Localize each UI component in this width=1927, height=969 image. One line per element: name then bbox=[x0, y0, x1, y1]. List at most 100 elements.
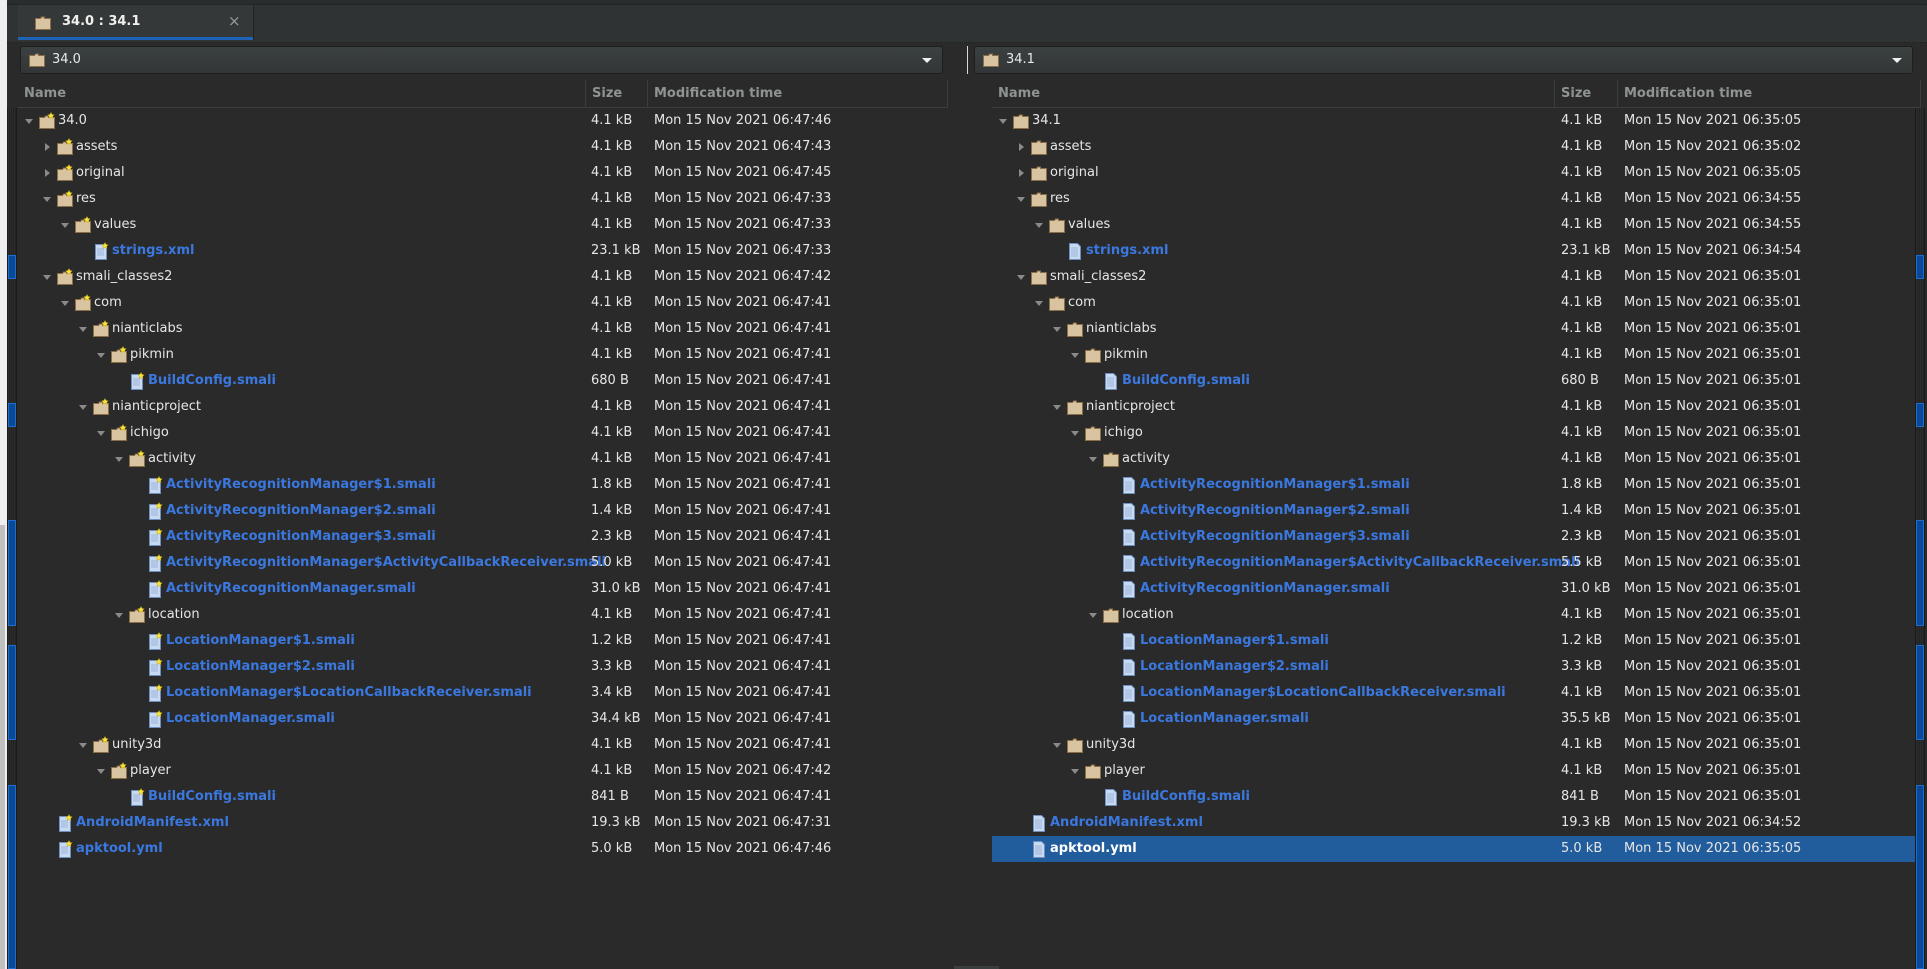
folder-row[interactable]: res 4.1 kB Mon 15 Nov 2021 06:34:55 bbox=[992, 186, 1921, 212]
expander-open-icon[interactable] bbox=[1050, 316, 1066, 342]
expander-open-icon[interactable] bbox=[1086, 602, 1102, 628]
diff-marker[interactable] bbox=[1916, 520, 1924, 626]
file-row[interactable]: LocationManager.smali 35.5 kB Mon 15 Nov 2… bbox=[992, 706, 1921, 732]
expander-open-icon[interactable] bbox=[94, 420, 110, 446]
folder-row[interactable]: smali_classes2 4.1 kB Mon 15 Nov 2021 06:4… bbox=[18, 264, 948, 290]
folder-row[interactable]: com 4.1 kB Mon 15 Nov 2021 06:47:41 bbox=[18, 290, 948, 316]
expander-closed-icon[interactable] bbox=[1014, 134, 1030, 160]
file-row[interactable]: LocationManager$LocationCallbackReceiver… bbox=[18, 680, 948, 706]
file-row[interactable]: strings.xml 23.1 kB Mon 15 Nov 2021 06:34:… bbox=[992, 238, 1921, 264]
diff-marker[interactable] bbox=[1916, 403, 1924, 427]
file-row[interactable]: ActivityRecognitionManager$1.smali 1.8 kB… bbox=[18, 472, 948, 498]
expander-open-icon[interactable] bbox=[1068, 420, 1084, 446]
folder-row[interactable]: 34.0 4.1 kB Mon 15 Nov 2021 06:47:46 bbox=[18, 108, 948, 134]
expander-open-icon[interactable] bbox=[58, 212, 74, 238]
file-row[interactable]: ActivityRecognitionManager$ActivityCallb… bbox=[992, 550, 1921, 576]
folder-row[interactable]: location 4.1 kB Mon 15 Nov 2021 06:35:01 bbox=[992, 602, 1921, 628]
expander-open-icon[interactable] bbox=[1068, 342, 1084, 368]
left-path-chooser[interactable]: 34.0 bbox=[20, 46, 943, 74]
folder-row[interactable]: pikmin 4.1 kB Mon 15 Nov 2021 06:47:41 bbox=[18, 342, 948, 368]
file-row[interactable]: AndroidManifest.xml 19.3 kB Mon 15 Nov 202… bbox=[992, 810, 1921, 836]
expander-closed-icon[interactable] bbox=[40, 134, 56, 160]
expander-open-icon[interactable] bbox=[1032, 212, 1048, 238]
folder-row[interactable]: ichigo 4.1 kB Mon 15 Nov 2021 06:35:01 bbox=[992, 420, 1921, 446]
expander-closed-icon[interactable] bbox=[1014, 160, 1030, 186]
folder-row[interactable]: com 4.1 kB Mon 15 Nov 2021 06:35:01 bbox=[992, 290, 1921, 316]
expander-open-icon[interactable] bbox=[1086, 446, 1102, 472]
folder-row[interactable]: nianticproject 4.1 kB Mon 15 Nov 2021 06:3… bbox=[992, 394, 1921, 420]
column-header-size[interactable]: Size bbox=[586, 80, 648, 107]
file-row[interactable]: ActivityRecognitionManager$2.smali 1.4 kB… bbox=[18, 498, 948, 524]
expander-open-icon[interactable] bbox=[76, 316, 92, 342]
folder-row[interactable]: location 4.1 kB Mon 15 Nov 2021 06:47:41 bbox=[18, 602, 948, 628]
folder-row[interactable]: nianticlabs 4.1 kB Mon 15 Nov 2021 06:47:4… bbox=[18, 316, 948, 342]
file-row[interactable]: LocationManager$2.smali 3.3 kB Mon 15 Nov … bbox=[18, 654, 948, 680]
folder-row[interactable]: original 4.1 kB Mon 15 Nov 2021 06:47:45 bbox=[18, 160, 948, 186]
file-row[interactable]: BuildConfig.smali 841 B Mon 15 Nov 2021 06… bbox=[992, 784, 1921, 810]
expander-open-icon[interactable] bbox=[58, 290, 74, 316]
column-header-modification-time[interactable]: Modification time bbox=[1618, 80, 1921, 107]
folder-row[interactable]: unity3d 4.1 kB Mon 15 Nov 2021 06:47:41 bbox=[18, 732, 948, 758]
folder-row[interactable]: res 4.1 kB Mon 15 Nov 2021 06:47:33 bbox=[18, 186, 948, 212]
folder-row[interactable]: activity 4.1 kB Mon 15 Nov 2021 06:47:41 bbox=[18, 446, 948, 472]
file-row[interactable]: BuildConfig.smali 680 B Mon 15 Nov 2021 06… bbox=[18, 368, 948, 394]
file-row[interactable]: LocationManager$1.smali 1.2 kB Mon 15 Nov … bbox=[18, 628, 948, 654]
left-diff-map[interactable] bbox=[7, 108, 17, 969]
expander-open-icon[interactable] bbox=[996, 108, 1012, 134]
diff-marker[interactable] bbox=[1916, 785, 1924, 969]
folder-row[interactable]: player 4.1 kB Mon 15 Nov 2021 06:47:42 bbox=[18, 758, 948, 784]
file-row[interactable]: AndroidManifest.xml 19.3 kB Mon 15 Nov 202… bbox=[18, 810, 948, 836]
column-header-modification-time[interactable]: Modification time bbox=[648, 80, 948, 107]
expander-open-icon[interactable] bbox=[94, 342, 110, 368]
file-row[interactable]: ActivityRecognitionManager$3.smali 2.3 kB… bbox=[18, 524, 948, 550]
file-row[interactable]: BuildConfig.smali 680 B Mon 15 Nov 2021 06… bbox=[992, 368, 1921, 394]
expander-open-icon[interactable] bbox=[40, 186, 56, 212]
expander-open-icon[interactable] bbox=[1050, 394, 1066, 420]
tab-comparison[interactable]: 34.0 : 34.1 × bbox=[18, 5, 254, 40]
folder-row[interactable]: nianticlabs 4.1 kB Mon 15 Nov 2021 06:35:0… bbox=[992, 316, 1921, 342]
folder-row[interactable]: nianticproject 4.1 kB Mon 15 Nov 2021 06:4… bbox=[18, 394, 948, 420]
folder-row[interactable]: player 4.1 kB Mon 15 Nov 2021 06:35:01 bbox=[992, 758, 1921, 784]
diff-marker[interactable] bbox=[8, 520, 16, 626]
file-row[interactable]: LocationManager$LocationCallbackReceiver… bbox=[992, 680, 1921, 706]
folder-row[interactable]: values 4.1 kB Mon 15 Nov 2021 06:34:55 bbox=[992, 212, 1921, 238]
expander-open-icon[interactable] bbox=[94, 758, 110, 784]
file-row[interactable]: ActivityRecognitionManager.smali 31.0 kB M… bbox=[18, 576, 948, 602]
folder-row[interactable]: smali_classes2 4.1 kB Mon 15 Nov 2021 06:3… bbox=[992, 264, 1921, 290]
column-header-size[interactable]: Size bbox=[1555, 80, 1618, 107]
file-row[interactable]: ActivityRecognitionManager$1.smali 1.8 kB… bbox=[992, 472, 1921, 498]
expander-open-icon[interactable] bbox=[1014, 186, 1030, 212]
expander-open-icon[interactable] bbox=[112, 446, 128, 472]
expander-open-icon[interactable] bbox=[112, 602, 128, 628]
file-row[interactable]: BuildConfig.smali 841 B Mon 15 Nov 2021 06… bbox=[18, 784, 948, 810]
folder-row[interactable]: assets 4.1 kB Mon 15 Nov 2021 06:47:43 bbox=[18, 134, 948, 160]
folder-row[interactable]: activity 4.1 kB Mon 15 Nov 2021 06:35:01 bbox=[992, 446, 1921, 472]
pane-divider[interactable] bbox=[967, 46, 968, 74]
expander-open-icon[interactable] bbox=[1050, 732, 1066, 758]
close-tab-icon[interactable]: × bbox=[228, 12, 241, 30]
file-row[interactable]: ActivityRecognitionManager$2.smali 1.4 kB… bbox=[992, 498, 1921, 524]
folder-row[interactable]: 34.1 4.1 kB Mon 15 Nov 2021 06:35:05 bbox=[992, 108, 1921, 134]
column-header-name[interactable]: Name bbox=[992, 80, 1555, 107]
file-row[interactable]: LocationManager.smali 34.4 kB Mon 15 Nov 2… bbox=[18, 706, 948, 732]
diff-marker[interactable] bbox=[8, 785, 16, 969]
file-row[interactable]: ActivityRecognitionManager$3.smali 2.3 kB… bbox=[992, 524, 1921, 550]
file-row[interactable]: ActivityRecognitionManager.smali 31.0 kB M… bbox=[992, 576, 1921, 602]
expander-open-icon[interactable] bbox=[22, 108, 38, 134]
folder-row[interactable]: assets 4.1 kB Mon 15 Nov 2021 06:35:02 bbox=[992, 134, 1921, 160]
file-row[interactable]: ActivityRecognitionManager$ActivityCallb… bbox=[18, 550, 948, 576]
file-row[interactable]: apktool.yml 5.0 kB Mon 15 Nov 2021 06:47:4… bbox=[18, 836, 948, 862]
expander-open-icon[interactable] bbox=[1032, 290, 1048, 316]
folder-row[interactable]: ichigo 4.1 kB Mon 15 Nov 2021 06:47:41 bbox=[18, 420, 948, 446]
diff-marker[interactable] bbox=[1916, 645, 1924, 740]
expander-open-icon[interactable] bbox=[76, 394, 92, 420]
folder-row[interactable]: original 4.1 kB Mon 15 Nov 2021 06:35:05 bbox=[992, 160, 1921, 186]
expander-open-icon[interactable] bbox=[1014, 264, 1030, 290]
diff-marker[interactable] bbox=[8, 255, 16, 279]
folder-row[interactable]: values 4.1 kB Mon 15 Nov 2021 06:47:33 bbox=[18, 212, 948, 238]
right-path-chooser[interactable]: 34.1 bbox=[974, 46, 1913, 74]
expander-closed-icon[interactable] bbox=[40, 160, 56, 186]
right-diff-map[interactable] bbox=[1915, 108, 1925, 969]
diff-marker[interactable] bbox=[1916, 255, 1924, 279]
diff-marker[interactable] bbox=[8, 645, 16, 740]
